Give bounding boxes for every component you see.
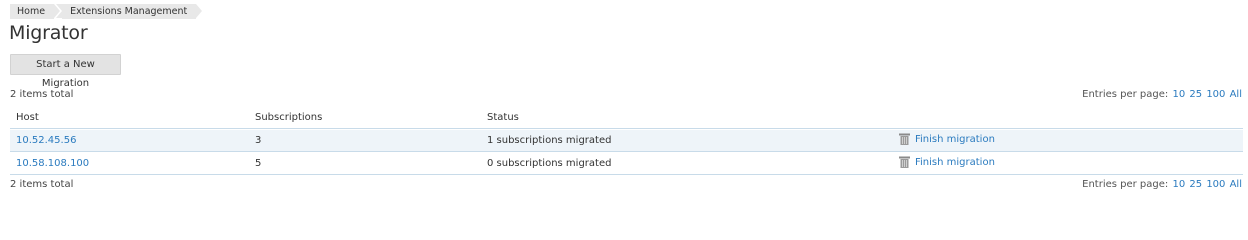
per-page-10[interactable]: 10	[1172, 89, 1185, 100]
page-title: Migrator	[9, 22, 88, 44]
finish-migration-action[interactable]: Finish migration	[899, 133, 995, 145]
column-host[interactable]: Host	[16, 112, 39, 123]
items-total-bottom: 2 items total	[10, 179, 74, 190]
column-subscriptions[interactable]: Subscriptions	[255, 112, 322, 123]
entries-per-page-top: Entries per page: 10 25 100 All	[1082, 89, 1242, 100]
breadcrumb: Home Extensions Management	[10, 4, 204, 19]
breadcrumb-extensions-management[interactable]: Extensions Management	[56, 4, 203, 19]
per-page-all[interactable]: All	[1230, 89, 1242, 100]
finish-migration-action[interactable]: Finish migration	[899, 156, 995, 168]
trash-icon	[899, 156, 910, 168]
entries-per-page-bottom: Entries per page: 10 25 100 All	[1082, 179, 1242, 190]
subscriptions-count: 3	[255, 135, 262, 146]
finish-migration-link[interactable]: Finish migration	[915, 157, 995, 168]
migration-status: 0 subscriptions migrated	[487, 158, 612, 169]
host-link[interactable]: 10.52.45.56	[16, 135, 76, 146]
trash-icon	[899, 133, 910, 145]
finish-migration-link[interactable]: Finish migration	[915, 134, 995, 145]
per-page-all[interactable]: All	[1230, 179, 1242, 190]
table-header: Host Subscriptions Status	[10, 109, 1243, 129]
table-row: 10.58.108.100 5 0 subscriptions migrated…	[10, 153, 1243, 175]
per-page-100[interactable]: 100	[1206, 179, 1225, 190]
per-page-100[interactable]: 100	[1206, 89, 1225, 100]
entries-per-page-label: Entries per page:	[1082, 89, 1169, 100]
table-row: 10.52.45.56 3 1 subscriptions migrated F…	[10, 130, 1243, 152]
per-page-10[interactable]: 10	[1172, 179, 1185, 190]
subscriptions-count: 5	[255, 158, 262, 169]
breadcrumb-home[interactable]: Home	[10, 4, 61, 19]
per-page-25[interactable]: 25	[1189, 89, 1202, 100]
host-link[interactable]: 10.58.108.100	[16, 158, 89, 169]
column-status[interactable]: Status	[487, 112, 519, 123]
start-new-migration-button[interactable]: Start a New Migration	[10, 54, 121, 89]
per-page-25[interactable]: 25	[1189, 179, 1202, 190]
items-total-top: 2 items total	[10, 89, 74, 100]
migration-status: 1 subscriptions migrated	[487, 135, 612, 146]
entries-per-page-label: Entries per page:	[1082, 179, 1169, 190]
